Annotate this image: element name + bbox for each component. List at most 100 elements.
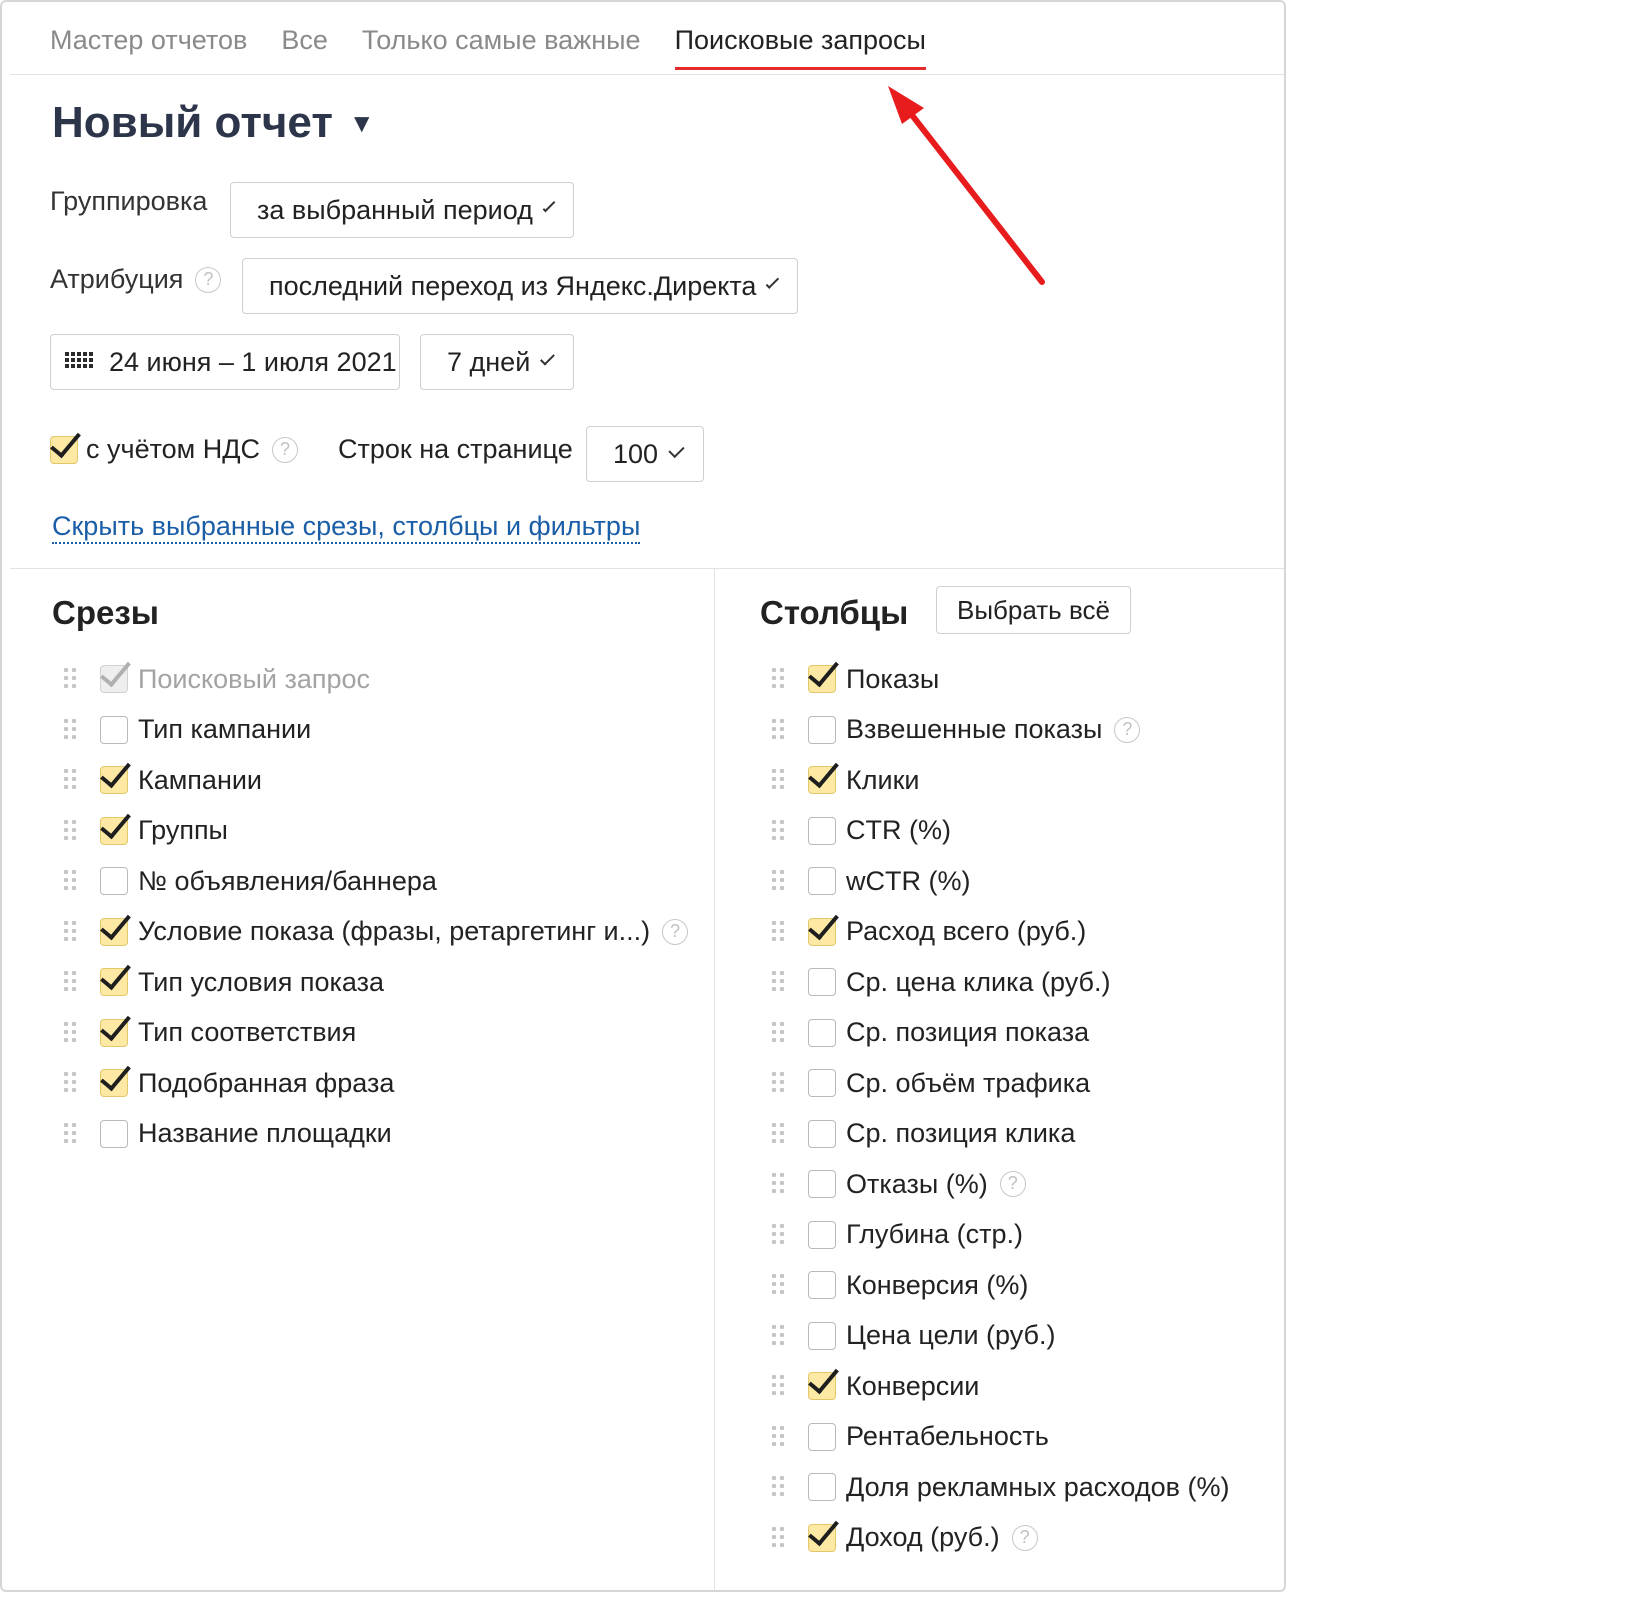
drag-handle-icon[interactable] bbox=[64, 870, 78, 892]
column-checkbox[interactable] bbox=[808, 665, 836, 694]
question-circle-icon[interactable]: ? bbox=[999, 1171, 1026, 1198]
slice-item[interactable]: Тип соответствия bbox=[64, 1008, 704, 1059]
column-item[interactable]: CTR (%) bbox=[772, 806, 1272, 857]
toggle-slices-link[interactable]: Скрыть выбранные срезы, столбцы и фильтр… bbox=[52, 510, 641, 544]
tab-most-important[interactable]: Только самые важные bbox=[362, 20, 641, 72]
drag-handle-icon[interactable] bbox=[772, 1021, 786, 1044]
slice-item[interactable]: Тип кампании bbox=[64, 705, 704, 756]
slice-checkbox[interactable] bbox=[100, 917, 128, 946]
drag-handle-icon[interactable] bbox=[64, 1072, 78, 1094]
vat-checkbox[interactable] bbox=[50, 435, 78, 464]
drag-handle-icon[interactable] bbox=[64, 819, 78, 842]
column-checkbox[interactable] bbox=[808, 1422, 836, 1451]
tab-report-wizard[interactable]: Мастер отчетов bbox=[50, 20, 247, 72]
slice-item[interactable]: Кампании bbox=[64, 755, 704, 806]
slice-checkbox[interactable] bbox=[100, 968, 128, 997]
slice-checkbox[interactable] bbox=[100, 816, 128, 845]
column-checkbox[interactable] bbox=[808, 1069, 836, 1098]
column-item[interactable]: Расход всего (руб.) bbox=[772, 907, 1272, 958]
column-item[interactable]: Рентабельность bbox=[772, 1412, 1272, 1463]
column-item[interactable]: Доля рекламных расходов (%) bbox=[772, 1462, 1272, 1513]
slice-item[interactable]: Подобранная фраза bbox=[64, 1058, 704, 1109]
column-checkbox[interactable] bbox=[808, 968, 836, 997]
slice-item[interactable]: Название площадки bbox=[64, 1109, 704, 1160]
question-circle-icon[interactable]: ? bbox=[195, 266, 222, 293]
column-item[interactable]: Глубина (стр.) bbox=[772, 1210, 1272, 1261]
column-item[interactable]: Ср. позиция клика bbox=[772, 1109, 1272, 1160]
column-item[interactable]: Ср. объём трафика bbox=[772, 1058, 1272, 1109]
slice-checkbox[interactable] bbox=[100, 1119, 128, 1148]
column-checkbox[interactable] bbox=[808, 1170, 836, 1199]
drag-handle-icon[interactable] bbox=[772, 1476, 786, 1498]
drag-handle-icon[interactable] bbox=[64, 668, 78, 690]
tab-search-queries[interactable]: Поисковые запросы bbox=[674, 20, 927, 72]
report-title[interactable]: Новый отчет ▼ bbox=[52, 98, 375, 148]
drag-handle-icon[interactable] bbox=[772, 1375, 786, 1397]
drag-handle-icon[interactable] bbox=[772, 1274, 786, 1296]
slice-item[interactable]: Группы bbox=[64, 806, 704, 857]
question-circle-icon[interactable]: ? bbox=[1011, 1524, 1038, 1551]
slice-item[interactable]: Условие показа (фразы, ретаргетинг и...)… bbox=[64, 907, 704, 958]
drag-handle-icon[interactable] bbox=[772, 769, 786, 791]
drag-handle-icon[interactable] bbox=[772, 1526, 786, 1549]
drag-handle-icon[interactable] bbox=[772, 1072, 786, 1094]
column-item[interactable]: Конверсии bbox=[772, 1361, 1272, 1412]
drag-handle-icon[interactable] bbox=[772, 870, 786, 892]
column-item[interactable]: Отказы (%)? bbox=[772, 1159, 1272, 1210]
column-checkbox[interactable] bbox=[808, 766, 836, 795]
slice-checkbox[interactable] bbox=[100, 867, 128, 896]
drag-handle-icon[interactable] bbox=[772, 1122, 786, 1145]
column-checkbox[interactable] bbox=[808, 1220, 836, 1249]
column-item[interactable]: Показы bbox=[772, 654, 1272, 705]
drag-handle-icon[interactable] bbox=[64, 920, 78, 943]
drag-handle-icon[interactable] bbox=[772, 1223, 786, 1246]
drag-handle-icon[interactable] bbox=[772, 819, 786, 842]
drag-handle-icon[interactable] bbox=[64, 718, 78, 741]
column-checkbox[interactable] bbox=[808, 917, 836, 946]
column-item[interactable]: wCTR (%) bbox=[772, 856, 1272, 907]
column-checkbox[interactable] bbox=[808, 1523, 836, 1552]
column-item[interactable]: Цена цели (руб.) bbox=[772, 1311, 1272, 1362]
column-checkbox[interactable] bbox=[808, 1271, 836, 1300]
drag-handle-icon[interactable] bbox=[64, 1122, 78, 1145]
slice-checkbox[interactable] bbox=[100, 766, 128, 795]
question-circle-icon[interactable]: ? bbox=[662, 918, 689, 945]
slice-item[interactable]: Тип условия показа bbox=[64, 957, 704, 1008]
drag-handle-icon[interactable] bbox=[772, 1173, 786, 1195]
column-item[interactable]: Клики bbox=[772, 755, 1272, 806]
drag-handle-icon[interactable] bbox=[772, 668, 786, 690]
question-circle-icon[interactable]: ? bbox=[1114, 716, 1141, 743]
drag-handle-icon[interactable] bbox=[64, 1021, 78, 1044]
period-preset-select[interactable]: 7 дней bbox=[420, 334, 574, 390]
slice-checkbox[interactable] bbox=[100, 715, 128, 744]
drag-handle-icon[interactable] bbox=[772, 1425, 786, 1448]
column-checkbox[interactable] bbox=[808, 1372, 836, 1401]
column-item[interactable]: Доход (руб.)? bbox=[772, 1513, 1272, 1564]
grouping-select[interactable]: за выбранный период bbox=[230, 182, 574, 238]
date-range-picker[interactable]: 24 июня – 1 июля 2021 bbox=[50, 334, 400, 390]
drag-handle-icon[interactable] bbox=[772, 920, 786, 943]
drag-handle-icon[interactable] bbox=[772, 1324, 786, 1347]
vat-checkbox-row[interactable]: с учётом НДС ? Строк на странице bbox=[50, 434, 573, 465]
slice-checkbox[interactable] bbox=[100, 1018, 128, 1047]
rows-per-page-select[interactable]: 100 bbox=[586, 426, 704, 482]
column-checkbox[interactable] bbox=[808, 1018, 836, 1047]
drag-handle-icon[interactable] bbox=[64, 971, 78, 993]
column-item[interactable]: Ср. позиция показа bbox=[772, 1008, 1272, 1059]
column-item[interactable]: Ср. цена клика (руб.) bbox=[772, 957, 1272, 1008]
column-item[interactable]: Взвешенные показы? bbox=[772, 705, 1272, 756]
column-checkbox[interactable] bbox=[808, 1321, 836, 1350]
slice-item[interactable]: № объявления/баннера bbox=[64, 856, 704, 907]
question-circle-icon[interactable]: ? bbox=[272, 436, 299, 463]
slice-checkbox[interactable] bbox=[100, 1069, 128, 1098]
tab-all[interactable]: Все bbox=[281, 20, 328, 72]
drag-handle-icon[interactable] bbox=[772, 718, 786, 741]
drag-handle-icon[interactable] bbox=[772, 971, 786, 993]
column-checkbox[interactable] bbox=[808, 1119, 836, 1148]
drag-handle-icon[interactable] bbox=[64, 769, 78, 791]
column-checkbox[interactable] bbox=[808, 867, 836, 896]
column-checkbox[interactable] bbox=[808, 715, 836, 744]
column-checkbox[interactable] bbox=[808, 816, 836, 845]
column-item[interactable]: Конверсия (%) bbox=[772, 1260, 1272, 1311]
column-checkbox[interactable] bbox=[808, 1473, 836, 1502]
